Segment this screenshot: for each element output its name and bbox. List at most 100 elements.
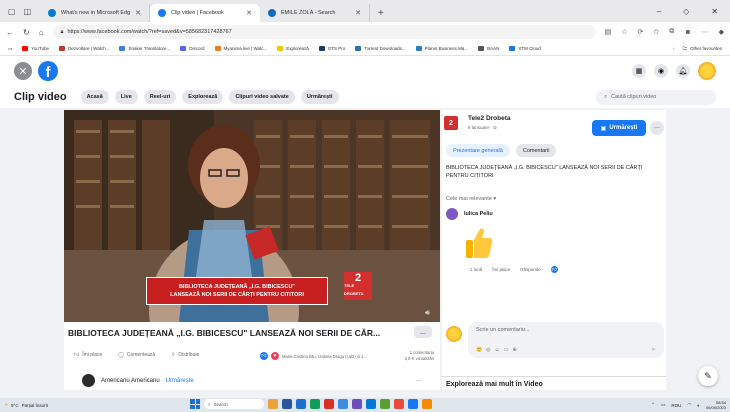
taskbar-app-icon[interactable] bbox=[366, 399, 376, 409]
close-window-button[interactable]: ✕ bbox=[711, 7, 718, 16]
chip-live[interactable]: Live bbox=[114, 90, 138, 104]
chip-explore[interactable]: Explorează bbox=[182, 90, 224, 104]
like-button[interactable]: 👍︎ Îmi place bbox=[74, 352, 102, 358]
maximize-button[interactable]: ◇ bbox=[683, 7, 689, 16]
windows-start-icon[interactable] bbox=[190, 399, 200, 409]
next-post-author[interactable]: Americanu Americanu bbox=[101, 378, 160, 384]
taskbar-app-icon[interactable] bbox=[310, 399, 320, 409]
tab-comments[interactable]: Comentarii bbox=[515, 144, 557, 157]
collections-icon[interactable]: ⧉ bbox=[669, 28, 674, 36]
taskbar-app-icon[interactable] bbox=[352, 399, 362, 409]
reader-icon[interactable]: ▤ bbox=[605, 28, 612, 36]
facebook-logo[interactable]: f bbox=[38, 61, 58, 81]
post-more-button[interactable]: ... bbox=[414, 326, 432, 338]
sticker-icon[interactable]: ⊕ bbox=[512, 347, 516, 353]
emoji-icon[interactable]: 🙂 bbox=[476, 347, 482, 353]
comment-author[interactable]: Iulica Peliu bbox=[464, 211, 493, 217]
favorite-item[interactable]: Myanima live | Watc... bbox=[214, 46, 267, 51]
refresh-icon[interactable]: ↻ bbox=[23, 28, 30, 37]
favorite-item[interactable]: Explorează bbox=[277, 46, 309, 51]
favorite-item[interactable]: Torrent Downloads... bbox=[355, 46, 406, 51]
tab-overview[interactable]: Prezentare generală bbox=[446, 144, 510, 157]
camera-icon[interactable]: ◎ bbox=[486, 347, 490, 353]
tab-emile-zola-search[interactable]: EMILE ZOLA - Search ✕ bbox=[260, 4, 370, 22]
workspaces-icon[interactable]: ▢ bbox=[8, 7, 16, 16]
video-search-input[interactable]: ⌕ Caută clipuri video bbox=[596, 89, 716, 105]
avatar[interactable] bbox=[446, 208, 458, 220]
other-favorites[interactable]: 🗀 Other favourites bbox=[682, 45, 722, 53]
bing-chat-icon[interactable]: ◆ bbox=[719, 28, 724, 36]
profile-avatar[interactable] bbox=[698, 62, 716, 80]
favorites-icon[interactable]: ✩ bbox=[653, 28, 659, 36]
home-icon[interactable]: ⌂ bbox=[39, 28, 44, 37]
taskbar-app-icon[interactable] bbox=[380, 399, 390, 409]
new-tab-button[interactable]: + bbox=[370, 4, 392, 22]
favorite-item[interactable]: GTS Pro bbox=[318, 46, 345, 51]
side-more-button[interactable]: ··· bbox=[650, 121, 664, 135]
taskbar-app-icon[interactable] bbox=[324, 399, 334, 409]
close-video-button[interactable]: ✕ bbox=[14, 62, 32, 80]
chip-saved-videos[interactable]: Clipuri video salvate bbox=[229, 90, 295, 104]
taskbar-search[interactable]: ⌕ Search bbox=[204, 399, 264, 409]
tab-close-icon[interactable]: ✕ bbox=[246, 9, 252, 17]
share-button[interactable]: ⇪ Distribuie bbox=[171, 352, 199, 358]
chip-reels[interactable]: Reel-uri bbox=[143, 90, 177, 104]
tab-close-icon[interactable]: ✕ bbox=[355, 9, 361, 17]
following-button[interactable]: ▣ Urmărești bbox=[592, 120, 646, 136]
next-post-more-button[interactable]: ··· bbox=[416, 378, 422, 384]
tab-edge-whats-new[interactable]: What's new in Microsoft Edge ✕ bbox=[40, 4, 150, 22]
favorite-star-icon[interactable]: ☆ bbox=[621, 28, 627, 36]
send-icon[interactable]: ➤ bbox=[651, 346, 656, 353]
back-arrow-icon[interactable]: ← bbox=[6, 28, 14, 37]
more-menu-icon[interactable]: ⋯ bbox=[702, 28, 709, 36]
tab-close-icon[interactable]: ✕ bbox=[135, 9, 141, 17]
clock[interactable]: 08:54 06/05/2023 bbox=[706, 400, 726, 410]
minimize-button[interactable]: – bbox=[657, 7, 661, 16]
taskbar-app-icon[interactable] bbox=[268, 399, 278, 409]
comment-sort-dropdown[interactable]: Cele mai relevante ▾ bbox=[446, 196, 496, 202]
comment-like-button[interactable]: Îmi place bbox=[492, 267, 510, 272]
favorite-item[interactable]: BAAN bbox=[478, 46, 499, 51]
taskbar-app-icon[interactable] bbox=[296, 399, 306, 409]
favorite-item[interactable]: Snaker Translatore... bbox=[119, 46, 170, 51]
volume-icon[interactable]: 🔊︎ bbox=[425, 308, 430, 318]
reactions-summary[interactable]: 👍︎ ♥ Maria Cristina Ilău, Izabela Dragu … bbox=[260, 352, 367, 360]
gif-icon[interactable]: ▭ bbox=[504, 347, 509, 353]
page-avatar[interactable]: 2 bbox=[444, 116, 458, 130]
video-player[interactable]: BIBLIOTECA JUDEȚEANĂ „I.G. BIBICESCU" LA… bbox=[64, 110, 440, 322]
language-indicator[interactable]: ROU bbox=[671, 403, 681, 408]
favorite-item[interactable]: Dezvoltare | Watch... bbox=[58, 46, 109, 51]
battery-icon[interactable]: ▭ bbox=[661, 402, 665, 408]
refresh-ext-icon[interactable]: ⟳ bbox=[637, 28, 643, 36]
url-field[interactable]: 🔒︎ https://www.facebook.com/watch/?ref=s… bbox=[52, 25, 596, 39]
favorite-item[interactable]: Discord bbox=[180, 46, 205, 51]
notifications-bell-icon[interactable]: 🔔︎ bbox=[676, 64, 690, 78]
comment-button[interactable]: ◯ Comentează bbox=[118, 352, 155, 358]
volume-icon[interactable]: 🔈︎ bbox=[697, 403, 700, 408]
messenger-icon[interactable]: ◉ bbox=[654, 64, 668, 78]
tab-facebook-video[interactable]: Clip video | Facebook ✕ bbox=[150, 4, 260, 22]
tray-chevron-icon[interactable]: ⌃ bbox=[651, 402, 655, 408]
tab-list-icon[interactable]: ◫ bbox=[24, 7, 32, 16]
favorite-item[interactable]: YouTube bbox=[22, 46, 49, 51]
page-name[interactable]: Tele2 Drobeta bbox=[468, 115, 511, 122]
comment-input[interactable]: Scrie un comentariu... 🙂 ◎ ☺ ▭ ⊕ ➤ bbox=[468, 322, 664, 358]
comment-reply-button[interactable]: Răspunde bbox=[520, 267, 541, 272]
menu-grid-icon[interactable]: ▦ bbox=[632, 64, 646, 78]
weather-widget[interactable]: ☀ 9°C Parțial însorit bbox=[4, 402, 48, 408]
taskbar-app-icon[interactable] bbox=[422, 399, 432, 409]
profile-icon[interactable]: ☻ bbox=[684, 29, 691, 36]
favorite-item[interactable]: XTM Cloud bbox=[509, 46, 541, 51]
chevron-right-icon[interactable]: › bbox=[673, 46, 675, 51]
wifi-icon[interactable]: ◠ bbox=[687, 402, 691, 408]
taskbar-app-icon[interactable] bbox=[282, 399, 292, 409]
avatar[interactable] bbox=[82, 374, 95, 387]
favorite-item[interactable]: Planet Business Ma... bbox=[415, 46, 468, 51]
chip-home[interactable]: Acasă bbox=[80, 90, 109, 104]
chip-following[interactable]: Urmărești bbox=[300, 90, 339, 104]
new-message-button[interactable]: ✎ bbox=[698, 366, 718, 386]
taskbar-app-icon[interactable] bbox=[394, 399, 404, 409]
taskbar-app-icon[interactable] bbox=[338, 399, 348, 409]
taskbar-app-icon[interactable] bbox=[408, 399, 418, 409]
avatar-sticker-icon[interactable]: ☺ bbox=[495, 347, 500, 353]
